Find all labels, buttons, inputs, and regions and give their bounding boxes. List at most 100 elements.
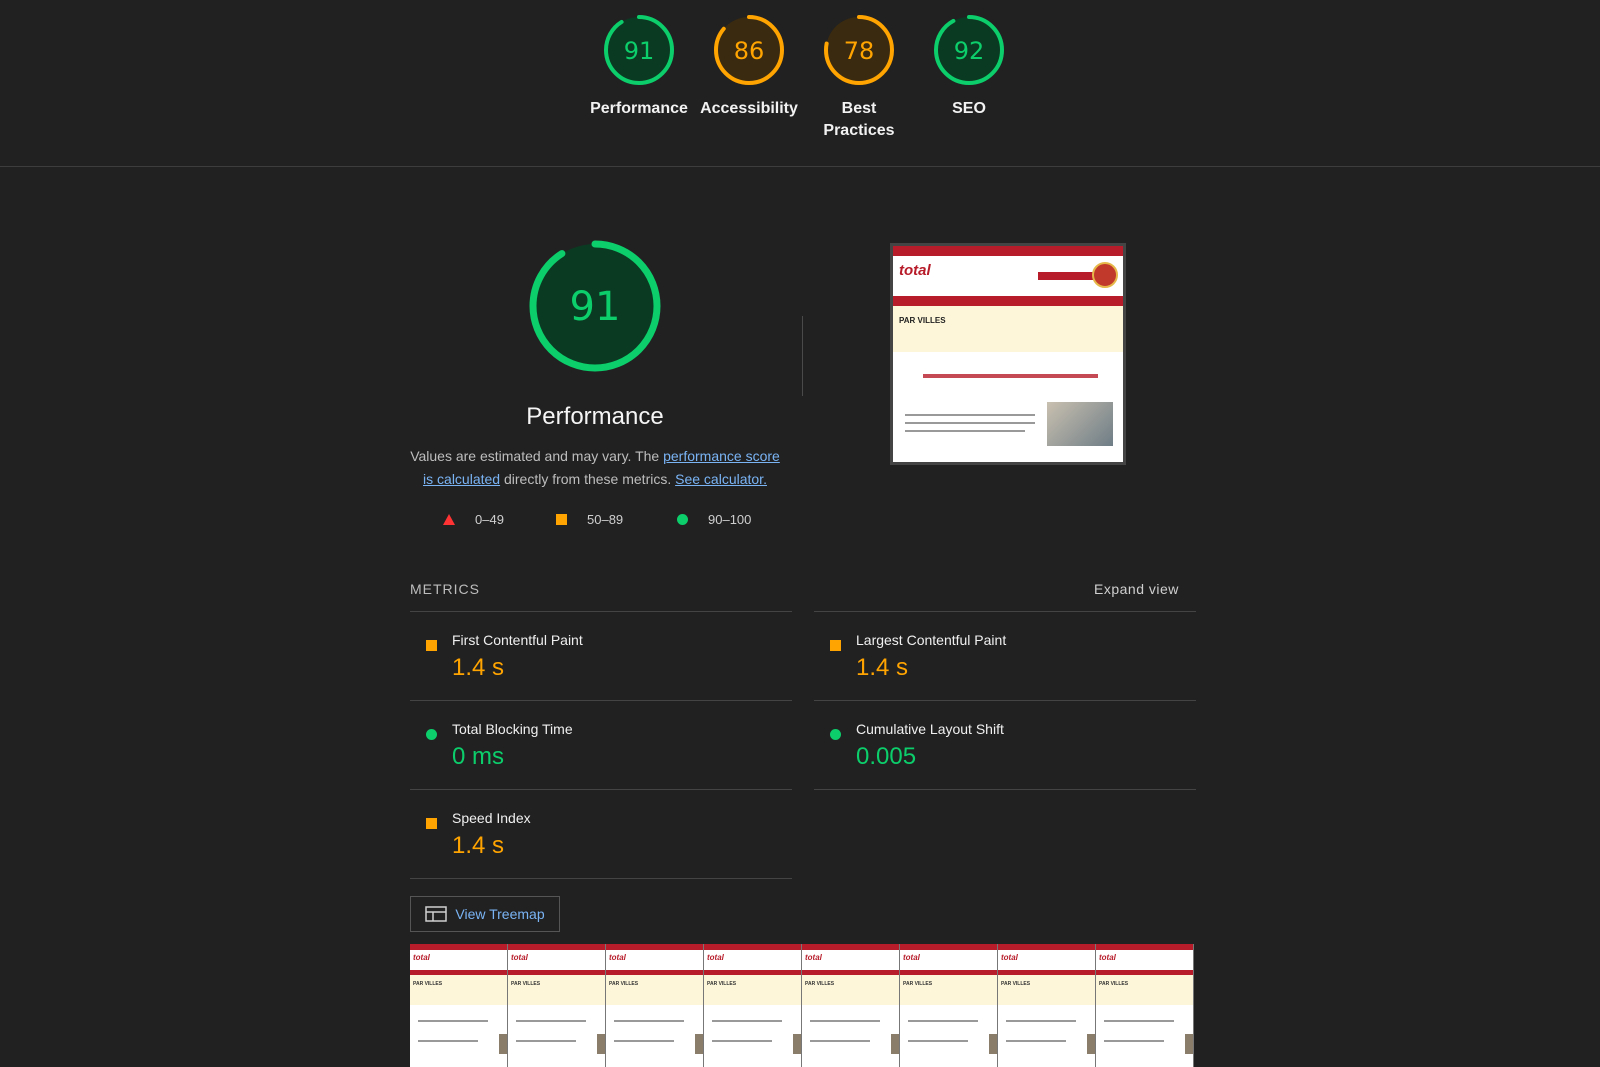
metric-name: Cumulative Layout Shift bbox=[856, 721, 1004, 737]
gauge-score: 86 bbox=[734, 37, 765, 65]
thumb-header: total bbox=[893, 256, 1123, 296]
metric-name: Largest Contentful Paint bbox=[856, 632, 1007, 648]
legend-pass: 90–100 bbox=[677, 512, 751, 527]
frame-logo: total bbox=[1099, 953, 1116, 962]
gauge-label: Performance bbox=[590, 100, 688, 117]
gauge-ring: 86 bbox=[714, 15, 784, 85]
frame-line bbox=[908, 1020, 978, 1022]
thumb-heading bbox=[923, 374, 1098, 378]
filmstrip-frame: total PAR VILLES bbox=[1096, 944, 1194, 1067]
metric-row: Total Blocking Time 0 ms bbox=[410, 701, 792, 789]
scores-header: 91 Performance 86 Accessibility 78 Best Pract… bbox=[0, 0, 1600, 167]
view-treemap-label: View Treemap bbox=[455, 906, 545, 922]
gauge-1[interactable]: 86 Accessibility bbox=[694, 12, 804, 120]
frame-header: total bbox=[998, 950, 1095, 970]
frame-line bbox=[712, 1040, 772, 1042]
filmstrip-frame: total PAR VILLES bbox=[900, 944, 998, 1067]
metrics-title: METRICS bbox=[410, 581, 480, 597]
metrics-right-column: Largest Contentful Paint 1.4 s Cumulative … bbox=[814, 611, 1196, 790]
frame-header: total bbox=[1096, 950, 1193, 970]
frame-image bbox=[1185, 1034, 1193, 1054]
thumb-line bbox=[905, 430, 1025, 432]
circle-icon bbox=[677, 514, 688, 525]
desc-text-1: Values are estimated and may vary. The bbox=[410, 448, 664, 464]
frame-header: total bbox=[508, 950, 605, 970]
performance-summary: 91 Performance Values are estimated and … bbox=[410, 236, 780, 491]
frame-image bbox=[499, 1034, 507, 1054]
frame-band: PAR VILLES bbox=[900, 975, 997, 1005]
frame-band-title: PAR VILLES bbox=[707, 981, 737, 987]
frame-band-title: PAR VILLES bbox=[609, 981, 639, 987]
frame-band-title: PAR VILLES bbox=[1099, 981, 1129, 987]
metric-divider bbox=[814, 789, 1196, 790]
circle-icon bbox=[426, 729, 437, 740]
thumb-button bbox=[1038, 272, 1093, 280]
frame-line bbox=[908, 1040, 968, 1042]
frame-logo: total bbox=[903, 953, 920, 962]
frame-logo: total bbox=[511, 953, 528, 962]
thumb-body bbox=[893, 352, 1123, 462]
gauge-score: 91 bbox=[624, 37, 655, 65]
frame-band-title: PAR VILLES bbox=[903, 981, 933, 987]
see-calculator-link[interactable]: See calculator. bbox=[675, 471, 767, 487]
thumb-image bbox=[1047, 402, 1113, 446]
frame-line bbox=[614, 1040, 674, 1042]
metric-divider bbox=[410, 878, 792, 879]
frame-line bbox=[810, 1040, 870, 1042]
frame-band: PAR VILLES bbox=[704, 975, 801, 1005]
thumb-band: PAR VILLES bbox=[893, 306, 1123, 352]
thumb-band-title: PAR VILLES bbox=[899, 316, 946, 325]
metric-name: Speed Index bbox=[452, 810, 531, 826]
final-screenshot[interactable]: total PAR VILLES bbox=[890, 243, 1126, 465]
legend-average-label: 50–89 bbox=[587, 512, 624, 527]
frame-image bbox=[1087, 1034, 1095, 1054]
frame-band: PAR VILLES bbox=[998, 975, 1095, 1005]
frame-header: total bbox=[606, 950, 703, 970]
frame-line bbox=[1104, 1040, 1164, 1042]
performance-description: Values are estimated and may vary. The p… bbox=[410, 445, 780, 491]
frame-band-title: PAR VILLES bbox=[511, 981, 541, 987]
performance-gauge: 91 bbox=[529, 240, 661, 372]
gauge-ring: 91 bbox=[604, 15, 674, 85]
frame-logo: total bbox=[609, 953, 626, 962]
performance-gauge-score: 91 bbox=[570, 284, 621, 330]
filmstrip-frame: total PAR VILLES bbox=[606, 944, 704, 1067]
frame-logo: total bbox=[707, 953, 724, 962]
metric-value: 1.4 s bbox=[856, 654, 909, 681]
frame-line bbox=[614, 1020, 684, 1022]
metric-value: 0 ms bbox=[452, 743, 505, 770]
performance-title: Performance bbox=[526, 403, 664, 430]
metric-value: 1.4 s bbox=[452, 654, 505, 681]
filmstrip-frame: total PAR VILLES bbox=[998, 944, 1096, 1067]
vertical-divider bbox=[802, 316, 803, 396]
frame-line bbox=[810, 1020, 880, 1022]
view-treemap-button[interactable]: View Treemap bbox=[410, 896, 560, 932]
gauge-0[interactable]: 91 Performance bbox=[584, 12, 694, 120]
thumb-line bbox=[905, 414, 1035, 416]
gauge-2[interactable]: 78 Best Practices bbox=[804, 12, 914, 142]
filmstrip: total PAR VILLES total PAR VILLES total PAR V… bbox=[410, 944, 1196, 1067]
metric-row: First Contentful Paint 1.4 s bbox=[410, 612, 792, 700]
desc-text-2: directly from these metrics. bbox=[500, 471, 676, 487]
metric-name: Total Blocking Time bbox=[452, 721, 573, 737]
frame-image bbox=[793, 1034, 801, 1054]
frame-band-title: PAR VILLES bbox=[413, 981, 443, 987]
metric-row: Speed Index 1.4 s bbox=[410, 790, 792, 878]
square-icon bbox=[556, 514, 567, 525]
frame-header: total bbox=[900, 950, 997, 970]
gauge-3[interactable]: 92 SEO bbox=[914, 12, 1024, 120]
expand-view-button[interactable]: Expand view bbox=[1094, 581, 1179, 597]
metric-row: Largest Contentful Paint 1.4 s bbox=[814, 612, 1196, 700]
square-icon bbox=[830, 640, 841, 651]
frame-line bbox=[418, 1020, 488, 1022]
filmstrip-frame: total PAR VILLES bbox=[704, 944, 802, 1067]
frame-band: PAR VILLES bbox=[1096, 975, 1193, 1005]
metric-name: First Contentful Paint bbox=[452, 632, 583, 648]
frame-header: total bbox=[802, 950, 899, 970]
thumb-line bbox=[905, 422, 1035, 424]
metric-value: 1.4 s bbox=[452, 832, 505, 859]
gauge-score: 92 bbox=[954, 37, 985, 65]
metrics-left-column: First Contentful Paint 1.4 s Total Blockin… bbox=[410, 611, 792, 879]
frame-line bbox=[418, 1040, 478, 1042]
frame-band-title: PAR VILLES bbox=[1001, 981, 1031, 987]
